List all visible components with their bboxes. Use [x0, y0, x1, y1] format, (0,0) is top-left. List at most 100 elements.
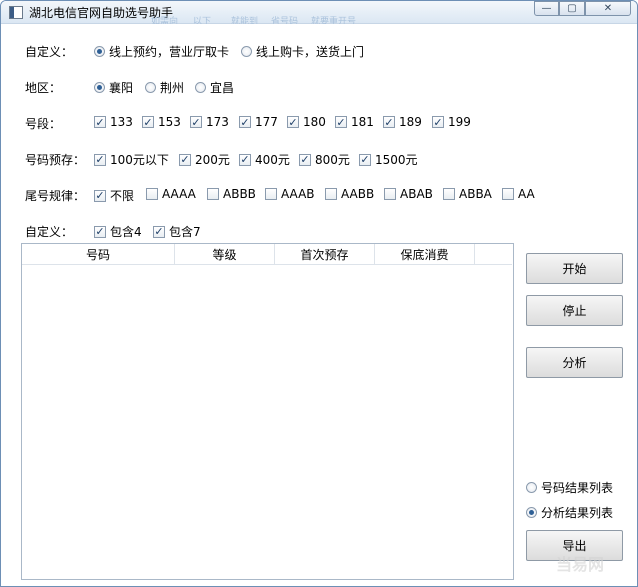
- option-label: 线上购卡，送货上门: [256, 45, 365, 59]
- radio-indicator[interactable]: [526, 482, 537, 493]
- prefix-option-189[interactable]: ✓ 189: [383, 115, 422, 129]
- option-label: 189: [399, 115, 422, 129]
- option-label: 180: [303, 115, 326, 129]
- custom-mode-option-delivery[interactable]: 线上购卡，送货上门: [241, 43, 364, 60]
- tail-rule-option-aaab[interactable]: AAAB: [265, 187, 315, 201]
- checkbox[interactable]: ✓: [299, 153, 311, 166]
- start-button[interactable]: 开始: [526, 253, 623, 284]
- prestore-option-800[interactable]: ✓ 800元: [299, 151, 350, 168]
- checkbox[interactable]: ✓: [432, 116, 444, 128]
- region-option-xiangyang[interactable]: 襄阳: [94, 79, 133, 96]
- option-label: 153: [158, 115, 181, 129]
- checkbox[interactable]: [207, 188, 219, 200]
- option-label: 199: [448, 115, 471, 129]
- checkbox[interactable]: ✓: [383, 116, 395, 128]
- custom-mode-label: 自定义：: [25, 45, 74, 59]
- option-label: ABAB: [400, 187, 433, 201]
- maximize-icon: ▢: [567, 3, 577, 14]
- checkbox[interactable]: ✓: [94, 116, 106, 128]
- option-label: 133: [110, 115, 133, 129]
- tail-rule-option-abbb[interactable]: ABBB: [207, 187, 256, 201]
- prefix-option-173[interactable]: ✓ 173: [190, 115, 229, 129]
- checkbox[interactable]: ✓: [287, 116, 299, 128]
- tail-rule-option-aabb[interactable]: AABB: [325, 187, 374, 201]
- output-option-analysis-list[interactable]: 分析结果列表: [526, 504, 613, 521]
- radio-indicator[interactable]: [195, 82, 206, 93]
- prefix-option-199[interactable]: ✓ 199: [432, 115, 471, 129]
- watermark-text: 当易网: [556, 555, 605, 574]
- checkbox[interactable]: ✓: [359, 153, 371, 166]
- checkbox[interactable]: ✓: [190, 116, 202, 128]
- option-label: ABBA: [459, 187, 492, 201]
- option-label: 荆州: [160, 81, 185, 95]
- radio-indicator[interactable]: [94, 82, 105, 93]
- checkbox[interactable]: ✓: [179, 153, 191, 166]
- checkbox[interactable]: [443, 188, 455, 200]
- option-label: 线上预约，营业厅取卡: [109, 45, 230, 59]
- radio-indicator[interactable]: [94, 46, 105, 57]
- checkbox[interactable]: ✓: [239, 153, 251, 166]
- checkbox[interactable]: ✓: [94, 225, 106, 238]
- maximize-button[interactable]: ▢: [559, 1, 585, 16]
- region-label: 地区：: [25, 81, 62, 95]
- checkbox[interactable]: ✓: [142, 116, 154, 128]
- checkbox[interactable]: [384, 188, 396, 200]
- checkbox[interactable]: ✓: [94, 153, 106, 166]
- option-label: 宜昌: [210, 81, 235, 95]
- checkbox[interactable]: [325, 188, 337, 200]
- prestore-option-200[interactable]: ✓ 200元: [179, 151, 230, 168]
- option-label: AAAB: [281, 187, 315, 201]
- column-header-level[interactable]: 等级: [175, 244, 275, 264]
- checkbox[interactable]: ✓: [94, 189, 106, 202]
- checkbox[interactable]: [146, 188, 158, 200]
- option-label: 400元: [255, 153, 290, 167]
- checkbox[interactable]: [502, 188, 514, 200]
- checkbox[interactable]: ✓: [239, 116, 251, 128]
- result-list-header: 号码 等级 首次预存 保底消费: [22, 244, 512, 265]
- prefix-option-177[interactable]: ✓ 177: [239, 115, 278, 129]
- stop-button[interactable]: 停止: [526, 295, 623, 326]
- custom-filter-option-contains4[interactable]: ✓ 包含4: [94, 223, 142, 240]
- close-button[interactable]: ✕: [585, 1, 631, 16]
- checkbox[interactable]: ✓: [153, 225, 165, 238]
- minimize-icon: —: [541, 3, 552, 14]
- tail-rule-option-abba[interactable]: ABBA: [443, 187, 492, 201]
- column-header-number[interactable]: 号码: [22, 244, 175, 264]
- analyze-button[interactable]: 分析: [526, 347, 623, 378]
- custom-mode-option-pickup[interactable]: 线上预约，营业厅取卡: [94, 43, 229, 60]
- minimize-button[interactable]: —: [534, 1, 559, 16]
- tail-rule-option-aa[interactable]: AA: [502, 187, 535, 201]
- prefix-option-153[interactable]: ✓ 153: [142, 115, 181, 129]
- result-list[interactable]: 号码 等级 首次预存 保底消费: [21, 243, 514, 580]
- option-label: 号码结果列表: [541, 481, 614, 495]
- column-header-first-prestore[interactable]: 首次预存: [275, 244, 375, 264]
- prefix-option-181[interactable]: ✓ 181: [335, 115, 374, 129]
- prestore-option-400[interactable]: ✓ 400元: [239, 151, 290, 168]
- column-header-min-spend[interactable]: 保底消费: [375, 244, 475, 264]
- tail-rule-option-abab[interactable]: ABAB: [384, 187, 433, 201]
- custom-filter-option-contains7[interactable]: ✓ 包含7: [153, 223, 201, 240]
- tail-rule-label: 尾号规律：: [25, 189, 86, 203]
- region-option-yichang[interactable]: 宜昌: [195, 79, 234, 96]
- prestore-option-under100[interactable]: ✓ 100元以下: [94, 151, 169, 168]
- option-label: 800元: [315, 153, 350, 167]
- option-label: 襄阳: [109, 81, 134, 95]
- radio-indicator[interactable]: [526, 507, 537, 518]
- close-icon: ✕: [603, 3, 613, 14]
- tail-rule-option-aaaa[interactable]: AAAA: [146, 187, 196, 201]
- output-option-number-list[interactable]: 号码结果列表: [526, 479, 613, 496]
- prestore-option-1500[interactable]: ✓ 1500元: [359, 151, 418, 168]
- option-label: 包含4: [110, 225, 142, 239]
- radio-indicator[interactable]: [145, 82, 156, 93]
- prestore-label: 号码预存：: [25, 153, 86, 167]
- checkbox[interactable]: ✓: [335, 116, 347, 128]
- checkbox[interactable]: [265, 188, 277, 200]
- prefix-option-180[interactable]: ✓ 180: [287, 115, 326, 129]
- option-label: 200元: [195, 153, 230, 167]
- region-option-jingzhou[interactable]: 荆州: [145, 79, 184, 96]
- option-label: 包含7: [169, 225, 201, 239]
- radio-indicator[interactable]: [241, 46, 252, 57]
- prefix-option-133[interactable]: ✓ 133: [94, 115, 133, 129]
- app-icon: [9, 6, 23, 19]
- tail-rule-option-any[interactable]: ✓ 不限: [94, 187, 134, 204]
